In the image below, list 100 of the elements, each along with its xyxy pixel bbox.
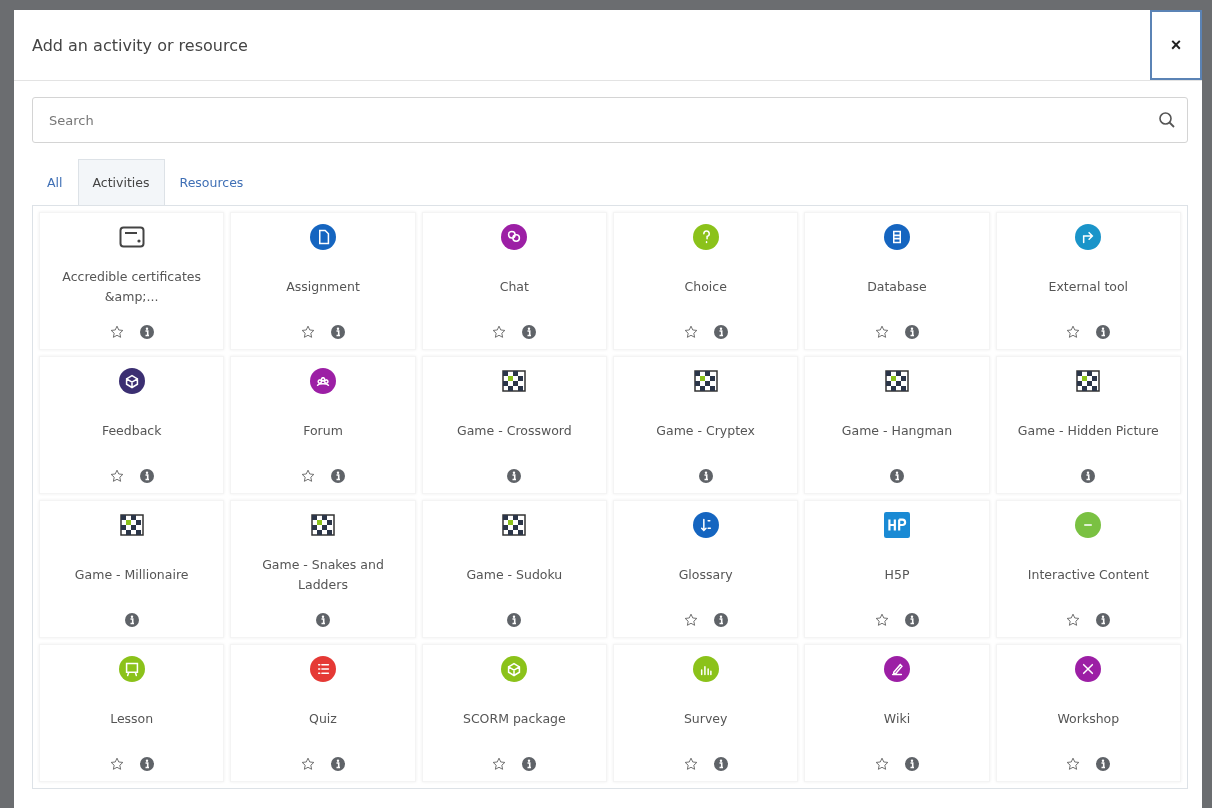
star-icon[interactable] <box>301 757 315 771</box>
star-icon[interactable] <box>875 613 889 627</box>
activity-name: External tool <box>1048 278 1129 296</box>
star-icon[interactable] <box>1066 613 1081 627</box>
star-icon[interactable] <box>109 325 124 339</box>
activity-name: Chat <box>499 278 529 296</box>
activity-card[interactable]: Game - Hidden Picture <box>995 356 1181 494</box>
star-icon[interactable] <box>875 325 889 339</box>
activity-name: Glossary <box>678 566 733 584</box>
star-icon[interactable] <box>109 757 124 771</box>
star-icon[interactable] <box>875 757 889 771</box>
activity-card[interactable]: Interactive Content <box>995 500 1181 638</box>
info-icon[interactable] <box>331 325 345 339</box>
activity-name: Assignment <box>286 278 360 296</box>
activity-card[interactable]: Game - Millionaire <box>39 500 225 638</box>
info-icon[interactable] <box>139 757 154 771</box>
info-icon[interactable] <box>713 325 728 339</box>
activity-name: Feedback <box>101 422 162 440</box>
activity-card[interactable]: Choice <box>613 212 799 350</box>
activity-name: Quiz <box>309 710 337 728</box>
info-icon[interactable] <box>124 613 139 627</box>
chessboard-icon <box>502 370 527 392</box>
activity-card[interactable]: Game - Sudoku <box>421 500 607 638</box>
star-icon[interactable] <box>301 469 315 483</box>
activity-card[interactable]: Wiki <box>804 644 990 782</box>
activity-card[interactable]: External tool <box>995 212 1181 350</box>
activity-name: Lesson <box>110 710 154 728</box>
info-icon[interactable] <box>1096 757 1111 771</box>
activity-card[interactable]: Game - Hangman <box>804 356 990 494</box>
activity-card[interactable]: H5P <box>804 500 990 638</box>
activity-card[interactable]: Assignment <box>230 212 416 350</box>
chessboard-icon <box>119 514 144 536</box>
info-icon[interactable] <box>522 757 537 771</box>
star-icon[interactable] <box>683 325 698 339</box>
info-icon[interactable] <box>139 469 154 483</box>
activity-card[interactable]: Game - Crossword <box>421 356 607 494</box>
activity-card[interactable]: Feedback <box>39 356 225 494</box>
activity-name: H5P <box>884 566 910 584</box>
star-icon[interactable] <box>492 757 507 771</box>
info-icon[interactable] <box>905 325 919 339</box>
info-icon[interactable] <box>713 613 728 627</box>
chessboard-icon <box>502 514 527 536</box>
chessboard-icon <box>693 370 718 392</box>
star-icon[interactable] <box>1066 325 1081 339</box>
activity-card[interactable]: Glossary <box>613 500 799 638</box>
activity-card[interactable]: Game - Cryptex <box>613 356 799 494</box>
activity-card[interactable]: Accredible certificates &amp;... <box>39 212 225 350</box>
activity-name: Game - Crossword <box>457 422 572 440</box>
info-icon[interactable] <box>1081 469 1096 483</box>
star-icon[interactable] <box>109 469 124 483</box>
star-icon[interactable] <box>683 757 698 771</box>
tab[interactable]: All <box>32 159 78 205</box>
info-icon[interactable] <box>139 325 154 339</box>
activity-name: Game - Sudoku <box>466 566 563 584</box>
search-field[interactable]: Search <box>32 97 1188 143</box>
activity-name: Wiki <box>883 710 911 728</box>
activity-card[interactable]: Survey <box>613 644 799 782</box>
activity-name: Game - Hidden Picture <box>1017 422 1159 440</box>
activity-name: Database <box>867 278 927 296</box>
activity-name: Forum <box>303 422 343 440</box>
star-icon[interactable] <box>301 325 315 339</box>
activity-name: Survey <box>683 710 728 728</box>
activity-name: Game - Hangman <box>841 422 953 440</box>
info-icon[interactable] <box>698 469 713 483</box>
chessboard-icon <box>885 370 909 392</box>
activity-card[interactable]: Database <box>804 212 990 350</box>
activity-name: Choice <box>684 278 727 296</box>
tab[interactable]: Resources <box>164 159 259 205</box>
activity-card[interactable]: Forum <box>230 356 416 494</box>
info-icon[interactable] <box>713 757 728 771</box>
info-icon[interactable] <box>1096 613 1111 627</box>
info-icon[interactable] <box>331 757 345 771</box>
info-icon[interactable] <box>890 469 904 483</box>
info-icon[interactable] <box>1096 325 1111 339</box>
close-button[interactable]: × <box>1150 10 1202 80</box>
star-icon[interactable] <box>492 325 507 339</box>
info-icon[interactable] <box>522 325 537 339</box>
activity-card[interactable]: Chat <box>421 212 607 350</box>
activity-name: Game - Snakes and Ladders <box>261 556 385 594</box>
activity-name: Interactive Content <box>1027 566 1149 584</box>
activity-card[interactable]: SCORM package <box>421 644 607 782</box>
star-icon[interactable] <box>1066 757 1081 771</box>
tab[interactable]: Activities <box>77 159 165 205</box>
search-icon <box>1158 111 1176 129</box>
dialog-title: Add an activity or resource <box>31 35 248 55</box>
activity-name: SCORM package <box>462 710 566 728</box>
info-icon[interactable] <box>331 469 345 483</box>
info-icon[interactable] <box>316 613 330 627</box>
info-icon[interactable] <box>507 613 522 627</box>
activity-name: Workshop <box>1057 710 1120 728</box>
activity-card[interactable]: Game - Snakes and Ladders <box>230 500 416 638</box>
info-icon[interactable] <box>905 757 919 771</box>
activity-name: Game - Cryptex <box>656 422 755 440</box>
star-icon[interactable] <box>683 613 698 627</box>
activity-card[interactable]: Quiz <box>230 644 416 782</box>
activity-card[interactable]: Lesson <box>39 644 225 782</box>
activity-card[interactable]: Workshop <box>995 644 1181 782</box>
info-icon[interactable] <box>905 613 919 627</box>
info-icon[interactable] <box>507 469 522 483</box>
chessboard-icon <box>311 514 335 536</box>
